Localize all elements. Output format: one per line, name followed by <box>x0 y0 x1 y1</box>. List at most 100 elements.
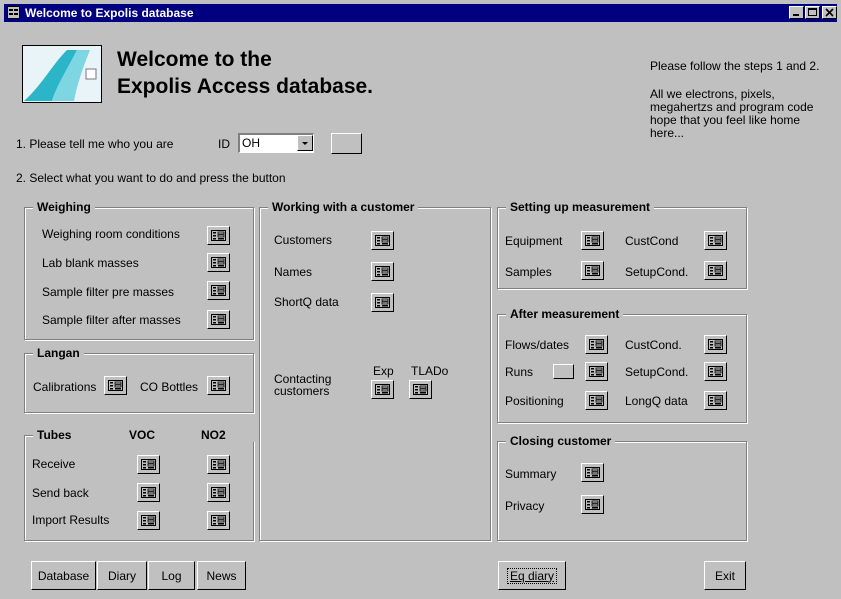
close-button[interactable] <box>822 6 837 19</box>
welcome-heading-line1: Welcome to the <box>117 48 272 71</box>
tubes-title: Tubes <box>37 428 72 442</box>
instructions-title: Please follow the steps 1 and 2. <box>650 59 820 73</box>
setupcond-label: SetupCond. <box>625 265 689 279</box>
form-open-icon <box>211 257 226 268</box>
calibrations-label: Calibrations <box>33 380 97 394</box>
import-results-no2-button[interactable] <box>207 511 230 530</box>
log-button[interactable]: Log <box>148 561 195 590</box>
form-open-icon <box>211 459 226 470</box>
form-open-icon <box>585 467 600 478</box>
longq-label: LongQ data <box>625 394 688 408</box>
database-button[interactable]: Database <box>31 561 96 590</box>
flows-button[interactable] <box>585 335 608 354</box>
contacting-label-2: customers <box>274 384 330 398</box>
form-open-icon <box>211 285 226 296</box>
login-button[interactable] <box>331 133 362 154</box>
equipment-button[interactable] <box>581 231 604 250</box>
eq-diary-button[interactable]: Eq diary <box>498 561 566 590</box>
step2-label: 2. Select what you want to do and press … <box>16 171 286 185</box>
customers-button[interactable] <box>371 231 394 250</box>
form-icon[interactable] <box>7 6 20 19</box>
form-open-icon <box>108 380 123 391</box>
contact-exp-button[interactable] <box>371 380 394 399</box>
form-open-icon <box>708 235 723 246</box>
id-label: ID <box>218 137 230 151</box>
maximize-icon <box>808 8 817 16</box>
samples-button[interactable] <box>581 261 604 280</box>
diary-button[interactable]: Diary <box>97 561 147 590</box>
news-button[interactable]: News <box>197 561 246 590</box>
form-open-icon <box>708 366 723 377</box>
receive-voc-button[interactable] <box>137 455 160 474</box>
calibrations-button[interactable] <box>104 376 127 395</box>
form-open-icon <box>708 265 723 276</box>
privacy-button[interactable] <box>581 495 604 514</box>
exit-button[interactable]: Exit <box>704 561 746 590</box>
id-combobox[interactable]: OH <box>238 133 314 153</box>
customers-label: Customers <box>274 233 333 247</box>
eq-diary-label: Eq diary <box>506 567 558 584</box>
form-open-icon <box>211 314 226 325</box>
after-custcond-button[interactable] <box>704 335 727 354</box>
import-results-voc-button[interactable] <box>137 511 160 530</box>
send-back-no2-button[interactable] <box>207 483 230 502</box>
lab-blank-label: Lab blank masses <box>42 256 139 270</box>
form-open-icon <box>375 266 390 277</box>
chevron-down-icon <box>302 142 308 145</box>
filter-after-label: Sample filter after masses <box>42 313 181 327</box>
weighing-room-button[interactable] <box>207 226 230 245</box>
id-dropdown-button[interactable] <box>297 135 313 151</box>
maximize-button[interactable] <box>805 6 820 19</box>
form-open-icon <box>585 499 600 510</box>
no2-column-label: NO2 <box>201 428 226 442</box>
privacy-label: Privacy <box>505 499 545 513</box>
title-bar[interactable]: Welcome to Expolis database <box>4 4 837 22</box>
form-open-icon <box>375 297 390 308</box>
form-open-icon <box>141 459 156 470</box>
closing-title: Closing customer <box>506 434 616 448</box>
id-value: OH <box>242 136 260 150</box>
tlado-label: TLADo <box>411 364 449 378</box>
form-open-icon <box>211 230 226 241</box>
langan-title: Langan <box>33 346 84 360</box>
form-open-icon <box>589 395 604 406</box>
form-open-icon <box>375 384 390 395</box>
form-open-icon <box>585 265 600 276</box>
summary-button[interactable] <box>581 463 604 482</box>
exp-label: Exp <box>373 364 394 378</box>
form-open-icon <box>589 339 604 350</box>
close-icon <box>825 8 834 17</box>
weighing-title: Weighing <box>33 200 95 214</box>
after-title: After measurement <box>506 307 624 321</box>
note-line-2: megahertzs and program code <box>650 100 814 114</box>
runs-toggle-button[interactable] <box>553 364 574 379</box>
co-bottles-button[interactable] <box>207 376 230 395</box>
names-button[interactable] <box>371 262 394 281</box>
setupcond-button[interactable] <box>704 261 727 280</box>
runs-button[interactable] <box>585 362 608 381</box>
customer-title: Working with a customer <box>268 200 419 214</box>
receive-no2-button[interactable] <box>207 455 230 474</box>
after-setupcond-button[interactable] <box>704 362 727 381</box>
minimize-button[interactable] <box>789 6 804 19</box>
contact-tlado-button[interactable] <box>409 380 432 399</box>
tubes-header: Tubes VOC NO2 <box>33 428 261 442</box>
send-back-voc-button[interactable] <box>137 483 160 502</box>
receive-label: Receive <box>32 457 76 471</box>
positioning-button[interactable] <box>585 391 608 410</box>
form-open-icon <box>413 384 428 395</box>
note-line-4: here... <box>650 126 685 140</box>
runs-label: Runs <box>505 365 534 379</box>
filter-pre-button[interactable] <box>207 281 230 300</box>
setup-custcond-button[interactable] <box>704 231 727 250</box>
import-results-label: Import Results <box>32 513 110 527</box>
shortq-button[interactable] <box>371 293 394 312</box>
filter-after-button[interactable] <box>207 310 230 329</box>
longq-button[interactable] <box>704 391 727 410</box>
form-open-icon <box>708 395 723 406</box>
summary-label: Summary <box>505 467 557 481</box>
positioning-label: Positioning <box>505 394 564 408</box>
weighing-room-label: Weighing room conditions <box>42 227 180 241</box>
form-open-icon <box>211 515 226 526</box>
lab-blank-button[interactable] <box>207 253 230 272</box>
